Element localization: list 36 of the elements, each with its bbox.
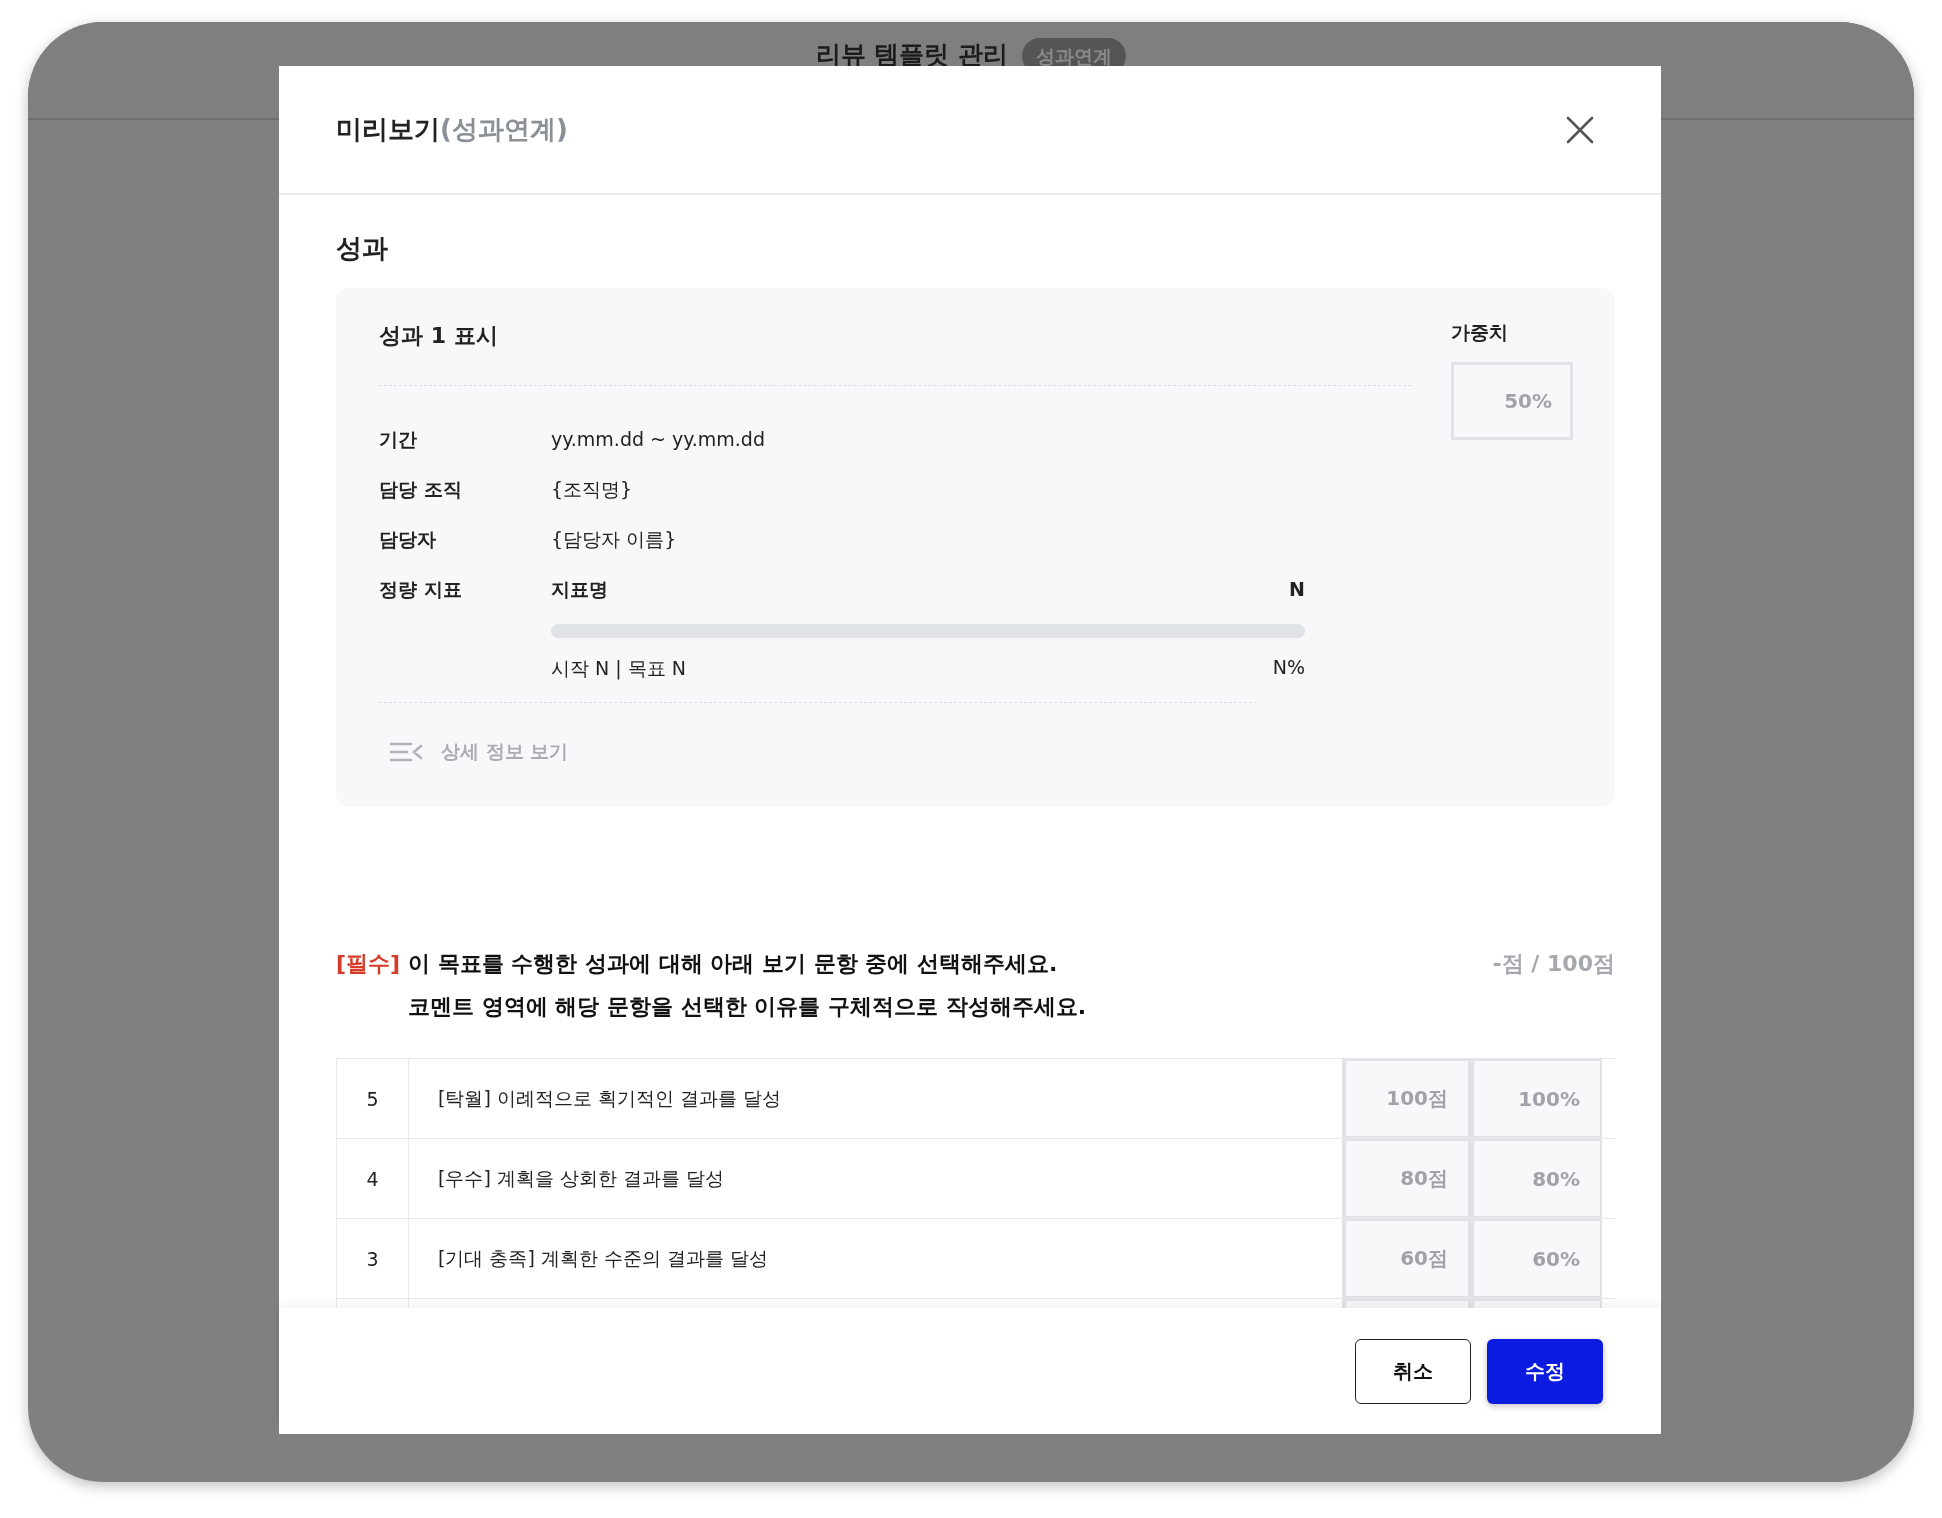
field-label: 담당 조직 [379,477,463,502]
percent-cell: 60% [1470,1219,1602,1298]
metric-name: 지표명 [551,577,608,602]
dialog-title: 미리보기(성과연계) [336,113,568,146]
field-value: {조직명} [551,477,634,502]
grade-cell: 3 [337,1219,409,1298]
field-value: {담당자 이름} [551,527,678,552]
points-cell: 80점 [1342,1139,1470,1218]
submit-button[interactable]: 수정 [1487,1338,1603,1404]
field-label: 정량 지표 [379,577,463,602]
score-total: -점 / 100점 [1492,950,1615,978]
metric-percent: N% [1272,656,1305,680]
question-text: 이 목표를 수행한 성과에 대해 아래 보기 문항 중에 선택해주세요. [408,950,1059,978]
field-label: 기간 [379,427,418,452]
grade-cell: 4 [337,1139,409,1218]
field-label: 담당자 [379,527,437,552]
weight-label: 가중치 [1451,320,1509,345]
points-cell: 100점 [1342,1059,1470,1138]
grade-cell: 5 [337,1059,409,1138]
option-cell[interactable]: [기대 충족] 계획한 수준의 결과를 달성 [409,1219,1342,1298]
metric-range: 시작 N | 목표 N [551,656,686,682]
question-text: 코멘트 영역에 해당 문항을 선택한 이유를 구체적으로 작성해주세요. [408,993,1087,1021]
percent-cell: 80% [1470,1139,1602,1218]
required-tag: [필수] [336,942,401,1028]
option-cell[interactable]: [우수] 계획을 상회한 결과를 달성 [409,1139,1342,1218]
cancel-button[interactable]: 취소 [1355,1338,1471,1404]
percent-cell: 100% [1470,1059,1602,1138]
section-title: 성과 [336,232,389,265]
card-title: 성과 1 표시 [379,318,1411,386]
page-title: 리뷰 템플릿 관리 [815,39,1009,71]
metric-value: N [1289,577,1305,602]
weight-field[interactable]: 50% [1451,362,1573,440]
points-cell: 60점 [1342,1219,1470,1298]
option-cell[interactable]: [탁월] 이례적으로 획기적인 결과를 달성 [409,1059,1342,1138]
field-value: yy.mm.dd ~ yy.mm.dd [551,427,766,452]
list-collapse-icon [389,740,423,764]
